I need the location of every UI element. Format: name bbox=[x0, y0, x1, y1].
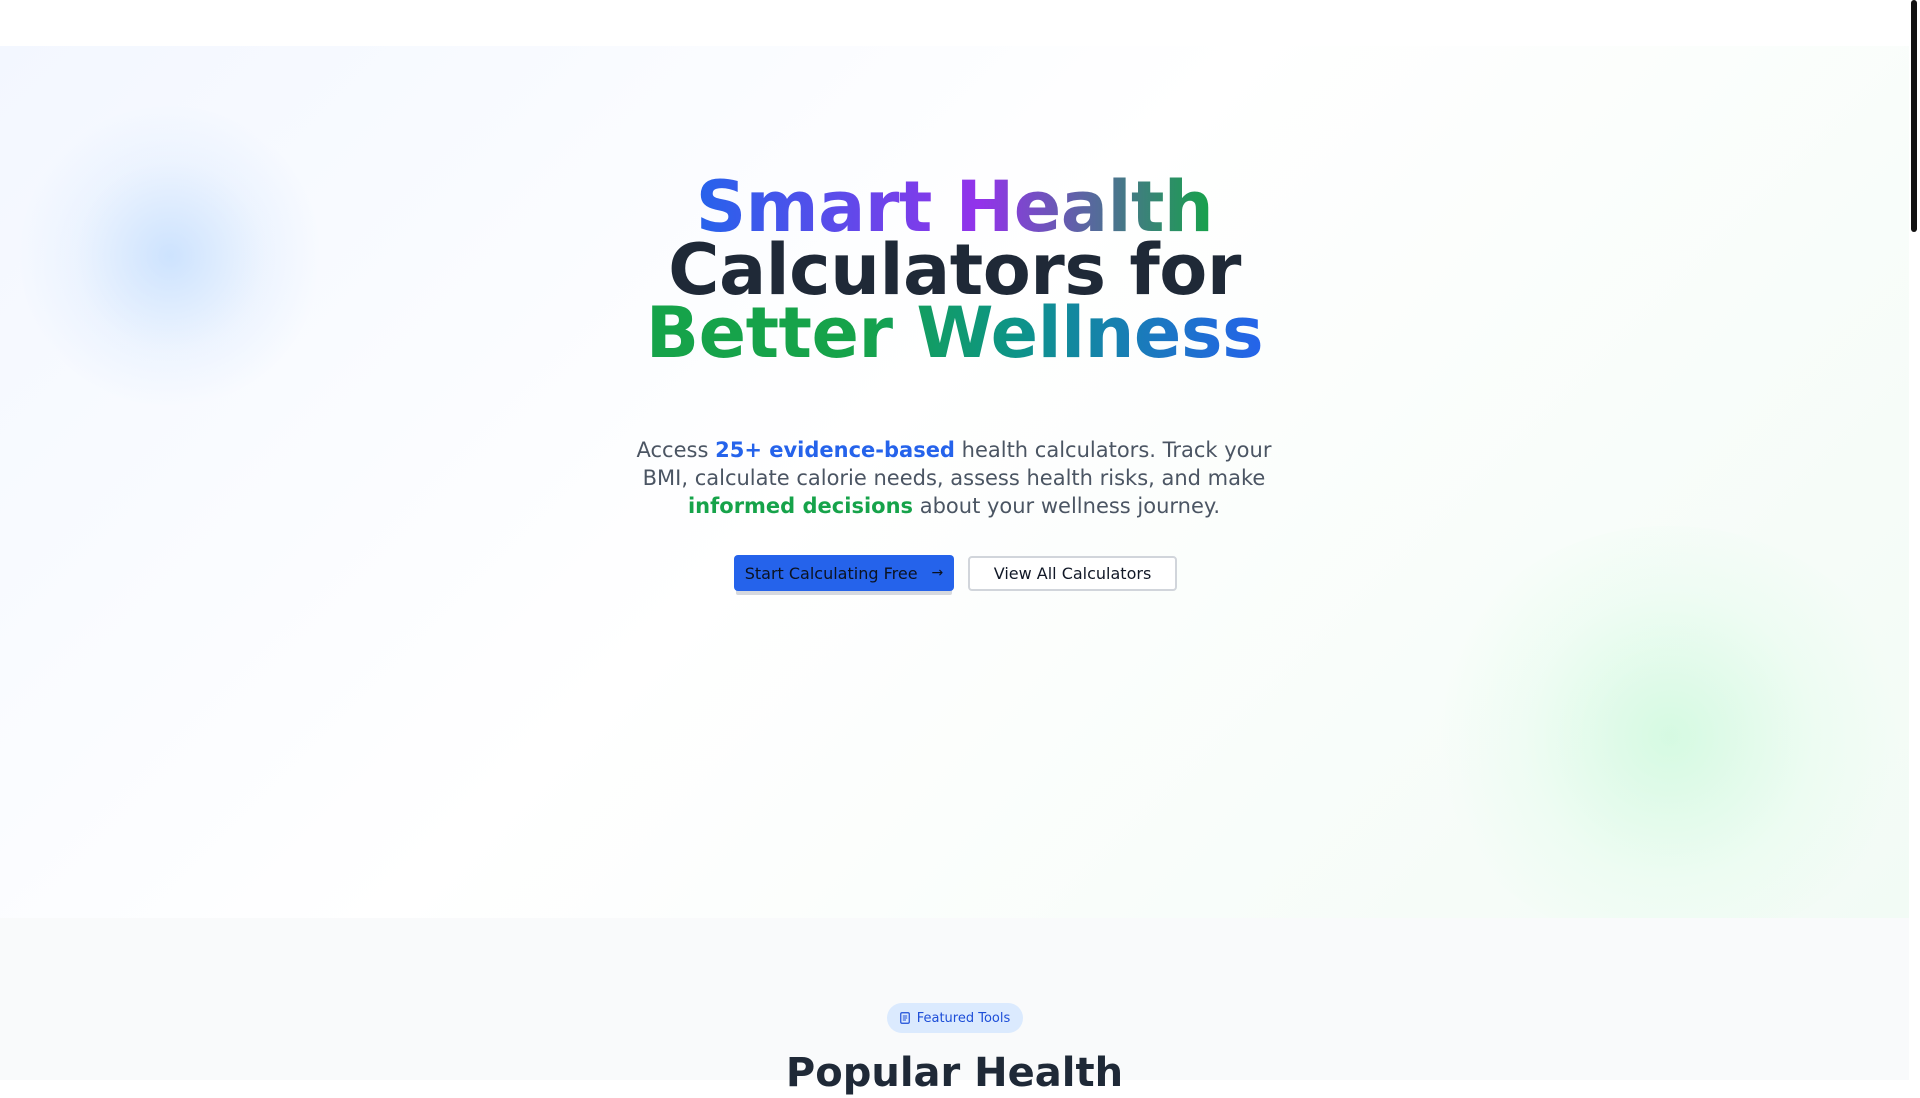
subtitle-text-end: about your wellness journey. bbox=[913, 494, 1221, 518]
featured-tools-badge: Featured Tools bbox=[887, 1003, 1023, 1033]
arrow-right-icon: → bbox=[931, 565, 944, 581]
page-scrollbar-thumb[interactable] bbox=[1911, 0, 1917, 232]
start-calculating-button[interactable]: Start Calculating Free → bbox=[734, 555, 954, 591]
subtitle-text-start: Access bbox=[636, 438, 716, 462]
popular-health-heading: Popular Health bbox=[785, 1050, 1124, 1096]
start-calculating-label: Start Calculating Free bbox=[744, 563, 918, 583]
subtitle-highlight-informed-decisions: informed decisions bbox=[687, 494, 914, 518]
subtitle-highlight-calculator-count: 25+ evidence-based bbox=[715, 438, 955, 462]
featured-tools-badge-label: Featured Tools bbox=[916, 1010, 1011, 1026]
hero-title: Smart Health Calculators for Better Well… bbox=[0, 172, 1909, 368]
hero-title-line-3: Better Wellness bbox=[645, 292, 1264, 374]
top-navigation-bar bbox=[0, 0, 1909, 46]
view-all-calculators-label: View All Calculators bbox=[993, 564, 1152, 583]
document-icon bbox=[899, 1012, 910, 1024]
view-all-calculators-button[interactable]: View All Calculators bbox=[968, 556, 1177, 591]
hero-subtitle: Access 25+ evidence-based health calcula… bbox=[628, 436, 1280, 520]
hero-green-glow bbox=[1430, 526, 1909, 918]
